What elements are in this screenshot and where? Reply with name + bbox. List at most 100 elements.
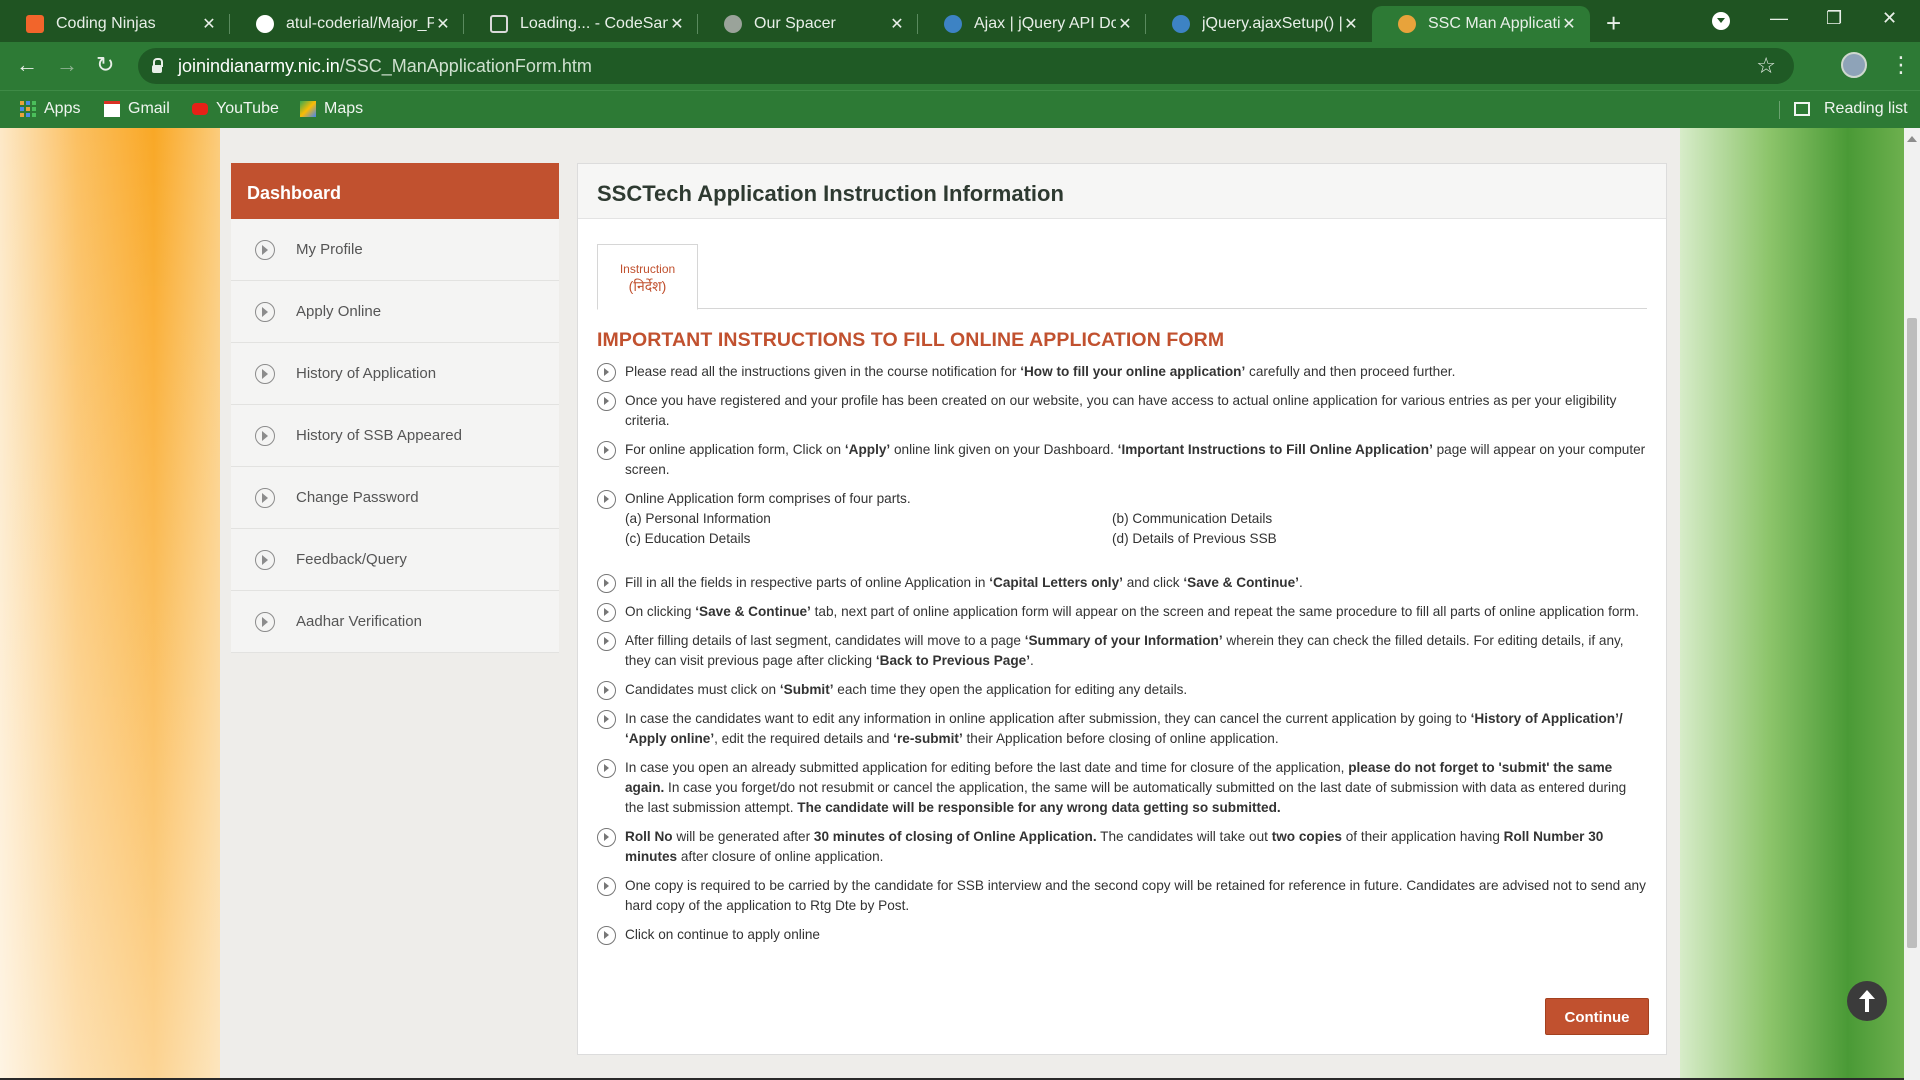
menu-kebab-icon[interactable]: ⋮ <box>1890 52 1912 78</box>
list-item: One copy is required to be carried by th… <box>597 876 1647 916</box>
chevron-circle-icon <box>597 759 616 778</box>
list-item: Click on continue to apply online <box>597 925 1647 945</box>
sidebar-item-label: Aadhar Verification <box>296 613 422 630</box>
lock-icon <box>152 58 163 73</box>
window-close-icon[interactable]: ✕ <box>1882 8 1897 29</box>
tab-strip: Instruction (निर्देश) <box>597 244 1647 310</box>
jquery-icon <box>1172 15 1190 33</box>
close-icon[interactable]: ✕ <box>1560 14 1578 34</box>
chevron-circle-icon <box>597 574 616 593</box>
restore-icon[interactable]: ❐ <box>1826 8 1842 29</box>
dashboard-sidebar: Dashboard My Profile Apply Online Histor… <box>231 163 559 653</box>
browser-tab-our-spacer[interactable]: Our Spacer ✕ <box>698 6 918 42</box>
youtube-icon <box>192 103 208 115</box>
browser-tab-jquery-ajax[interactable]: Ajax | jQuery API Docu ✕ <box>918 6 1146 42</box>
bookmark-star-icon[interactable]: ☆ <box>1756 53 1776 79</box>
address-bar[interactable]: joinindianarmy.nic.in/SSC_ManApplication… <box>138 48 1794 84</box>
chevron-circle-icon <box>597 632 616 651</box>
forward-arrow-icon[interactable]: → <box>56 52 78 78</box>
sidebar-item-history-of-application[interactable]: History of Application <box>231 343 559 405</box>
list-item: Roll No will be generated after 30 minut… <box>597 827 1647 867</box>
sidebar-item-history-of-ssb[interactable]: History of SSB Appeared <box>231 405 559 467</box>
chevron-circle-icon <box>255 239 275 260</box>
close-icon[interactable]: ✕ <box>1116 14 1134 34</box>
web-page: Dashboard My Profile Apply Online Histor… <box>0 128 1920 1080</box>
list-item: Fill in all the fields in respective par… <box>597 573 1647 593</box>
browser-tab-jquery-ajaxsetup[interactable]: jQuery.ajaxSetup() | jQ ✕ <box>1146 6 1372 42</box>
browser-tab-coding-ninjas[interactable]: Coding Ninjas ✕ <box>0 6 230 42</box>
tab-title: Our Spacer <box>754 15 836 32</box>
sidebar-item-my-profile[interactable]: My Profile <box>231 219 559 281</box>
sidebar-item-label: Feedback/Query <box>296 551 407 568</box>
browser-tab-codesandbox[interactable]: Loading... - CodeSand ✕ <box>464 6 698 42</box>
sidebar-item-apply-online[interactable]: Apply Online <box>231 281 559 343</box>
instructions-content: IMPORTANT INSTRUCTIONS TO FILL ONLINE AP… <box>597 329 1647 954</box>
close-icon[interactable]: ✕ <box>200 14 218 34</box>
profile-avatar[interactable] <box>1841 52 1867 78</box>
browser-tab-ssc-application[interactable]: SSC Man Application I ✕ <box>1372 6 1590 42</box>
list-item: On clicking ‘Save & Continue’ tab, next … <box>597 602 1647 622</box>
chevron-circle-icon <box>597 681 616 700</box>
maps-icon <box>300 101 316 117</box>
codesandbox-icon <box>490 15 508 33</box>
sidebar-title: Dashboard <box>231 163 559 219</box>
scroll-to-top-button[interactable] <box>1847 981 1887 1021</box>
close-icon[interactable]: ✕ <box>434 14 452 34</box>
instruction-panel: SSCTech Application Instruction Informat… <box>577 163 1667 1055</box>
continue-button[interactable]: Continue <box>1545 998 1649 1035</box>
tab-title: Ajax | jQuery API Docu <box>974 15 1116 32</box>
new-tab-button[interactable]: + <box>1606 8 1621 39</box>
list-item: For online application form, Click on ‘A… <box>597 440 1647 480</box>
list-item: In case the candidates want to edit any … <box>597 709 1647 749</box>
tab-title: SSC Man Application I <box>1428 15 1560 32</box>
sidebar-item-change-password[interactable]: Change Password <box>231 467 559 529</box>
chevron-circle-icon <box>597 490 616 509</box>
bookmark-maps[interactable]: Maps <box>300 100 363 118</box>
chevron-circle-icon <box>255 425 275 446</box>
scrollbar-thumb[interactable] <box>1907 318 1917 948</box>
sidebar-item-label: Apply Online <box>296 303 382 320</box>
sidebar-item-label: Change Password <box>296 489 419 506</box>
reload-icon[interactable]: ↻ <box>96 52 114 78</box>
chevron-circle-icon <box>597 363 616 382</box>
scroll-up-icon[interactable] <box>1907 136 1917 142</box>
saffron-background <box>0 128 220 1080</box>
list-item: In case you open an already submitted ap… <box>597 758 1647 818</box>
bookmark-apps[interactable]: Apps <box>20 100 80 118</box>
page-title: SSCTech Application Instruction Informat… <box>578 164 1666 219</box>
reading-list-button[interactable]: Reading list <box>1794 100 1908 118</box>
sidebar-item-feedback[interactable]: Feedback/Query <box>231 529 559 591</box>
part-item: (b) Communication Details <box>1112 511 1273 526</box>
sidebar-item-aadhar-verification[interactable]: Aadhar Verification <box>231 591 559 653</box>
minimize-icon[interactable]: — <box>1770 8 1788 29</box>
sidebar-item-label: History of Application <box>296 365 437 382</box>
tab-title: atul-coderial/Major_P <box>286 15 434 32</box>
chevron-circle-icon <box>255 301 275 322</box>
close-icon[interactable]: ✕ <box>1342 14 1360 34</box>
jquery-icon <box>944 15 962 33</box>
browser-tab-github[interactable]: atul-coderial/Major_P ✕ <box>230 6 464 42</box>
bookmark-youtube[interactable]: YouTube <box>192 100 279 118</box>
chevron-circle-icon <box>255 487 275 508</box>
list-item: Candidates must click on ‘Submit’ each t… <box>597 680 1647 700</box>
tab-instruction[interactable]: Instruction (निर्देश) <box>597 244 698 310</box>
part-item: (a) Personal Information <box>625 511 771 526</box>
chevron-circle-icon <box>597 877 616 896</box>
github-icon <box>256 15 274 33</box>
part-item: (c) Education Details <box>625 531 751 546</box>
chevron-circle-icon <box>597 441 616 460</box>
reading-list-icon <box>1794 102 1810 116</box>
url-text: joinindianarmy.nic.in/SSC_ManApplication… <box>178 55 592 76</box>
tab-title: Loading... - CodeSand <box>520 15 668 32</box>
tab-search-icon[interactable] <box>1712 12 1730 30</box>
tab-title: jQuery.ajaxSetup() | jQ <box>1202 15 1342 32</box>
bookmark-gmail[interactable]: Gmail <box>104 100 170 118</box>
close-icon[interactable]: ✕ <box>668 14 686 34</box>
list-item: After filling details of last segment, c… <box>597 631 1647 671</box>
back-arrow-icon[interactable]: ← <box>16 52 38 78</box>
close-icon[interactable]: ✕ <box>888 14 906 34</box>
globe-icon <box>724 15 742 33</box>
gmail-icon <box>104 101 120 117</box>
application-parts-list: (a) Personal Information (b) Communicati… <box>625 509 1512 549</box>
chevron-circle-icon <box>597 603 616 622</box>
